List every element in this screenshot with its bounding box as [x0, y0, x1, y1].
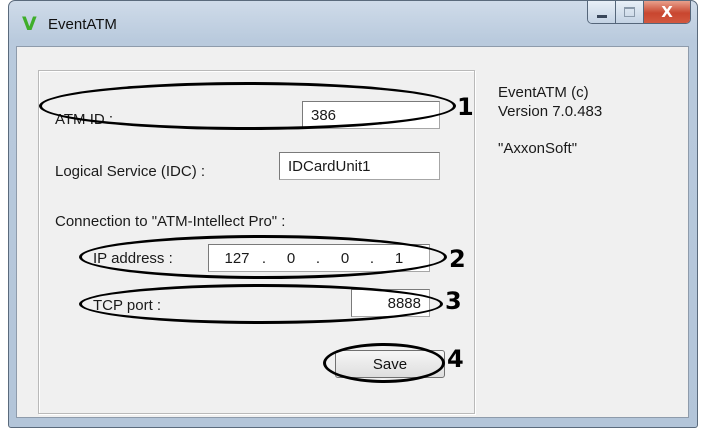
ip-octet-3[interactable]: 0 [329, 250, 361, 267]
maximize-icon [624, 7, 635, 17]
caption-buttons: X [587, 1, 691, 24]
ip-octet-1[interactable]: 127 [221, 250, 253, 267]
ip-octet-4[interactable]: 1 [383, 250, 415, 267]
product-version: Version 7.0.483 [498, 103, 603, 120]
ip-separator: . [369, 249, 375, 267]
title-bar[interactable]: V EventATM X [9, 1, 697, 45]
ip-address-label: IP address : [93, 250, 173, 267]
logical-service-input[interactable]: IDCardUnit1 [279, 152, 440, 180]
callout-number-4: 4 [447, 345, 464, 373]
product-copyright: EventATM (c) [498, 84, 589, 101]
minimize-button[interactable] [588, 1, 616, 23]
connection-label: Connection to "ATM-Intellect Pro" : [55, 213, 286, 230]
save-button[interactable]: Save [335, 350, 445, 378]
logical-service-label: Logical Service (IDC) : [55, 163, 206, 180]
tcp-port-label: TCP port : [93, 297, 162, 314]
maximize-button[interactable] [616, 1, 644, 23]
tcp-port-value: 8888 [387, 294, 421, 312]
ip-address-input[interactable]: 127 . 0 . 0 . 1 [208, 244, 430, 272]
ip-separator: . [261, 249, 267, 267]
ip-octet-2[interactable]: 0 [275, 250, 307, 267]
tcp-port-input[interactable]: 8888 [351, 289, 430, 317]
logical-service-value: IDCardUnit1 [288, 157, 371, 175]
atm-id-input[interactable]: 386 [302, 101, 440, 129]
minimize-icon [596, 14, 607, 18]
atm-id-value: 386 [311, 106, 337, 124]
callout-number-1: 1 [457, 93, 474, 121]
company-name: "AxxonSoft" [498, 140, 578, 157]
close-icon: X [661, 3, 673, 21]
close-button[interactable]: X [644, 1, 690, 23]
product-info: EventATM (c) Version 7.0.483 [498, 83, 602, 121]
window-title: EventATM [48, 16, 117, 33]
app-icon: V [22, 13, 37, 35]
ip-separator: . [315, 249, 321, 267]
client-area: ATM ID : 386 Logical Service (IDC) : IDC… [16, 46, 689, 418]
atm-id-label: ATM ID : [55, 111, 114, 128]
callout-number-2: 2 [449, 245, 466, 273]
eventatm-window: V EventATM X ATM ID : 386 Logical Servic… [8, 0, 698, 428]
callout-number-3: 3 [445, 287, 462, 315]
